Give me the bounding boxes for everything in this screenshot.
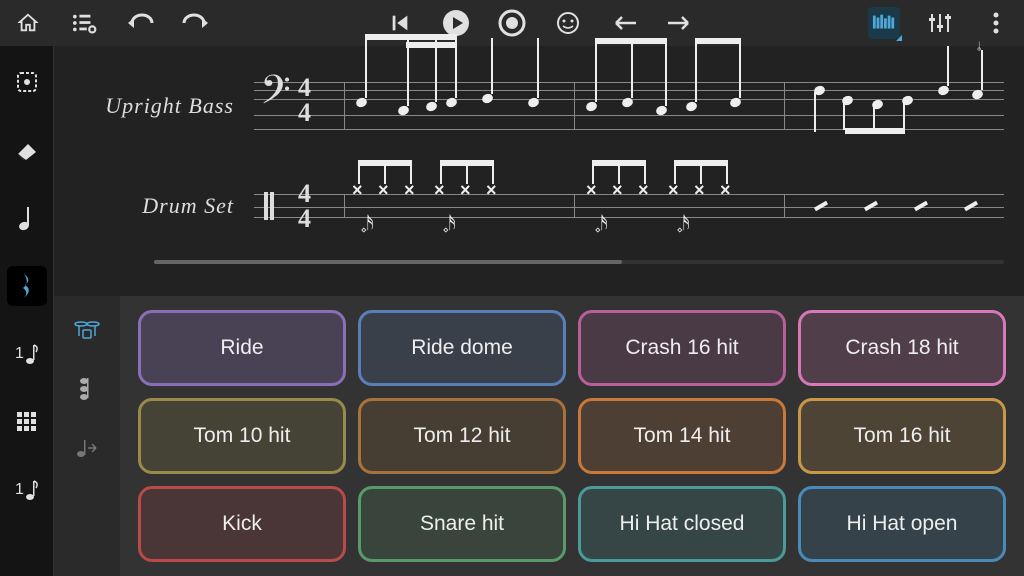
score-scrollbar[interactable] (154, 260, 1004, 264)
perc-clef-icon (264, 192, 274, 220)
track-label-drums: Drum Set (54, 193, 254, 219)
score-area[interactable]: Upright Bass 𝄢 44 (54, 46, 1024, 296)
timesig-bass: 44 (298, 76, 311, 125)
note-tool-icon[interactable] (7, 198, 47, 238)
staff-bass[interactable]: 𝄢 44 (254, 66, 1004, 146)
rest-tool-icon[interactable] (7, 266, 47, 306)
grid-tool-icon[interactable] (7, 402, 47, 442)
duration-1-button[interactable]: 1 (7, 334, 47, 374)
metronome-icon[interactable] (552, 7, 584, 39)
pad-crash-18-hit[interactable]: Crash 18 hit (798, 310, 1006, 386)
timesig-drums: 44 (298, 182, 311, 231)
list-add-icon[interactable] (68, 7, 100, 39)
track-label-bass: Upright Bass (54, 93, 254, 119)
pad-sidebar (54, 296, 120, 576)
score-scroll-thumb[interactable] (154, 260, 622, 264)
track-bass: Upright Bass 𝄢 44 (54, 56, 1024, 156)
tool-sidebar: 1 1 (0, 46, 54, 576)
pad-ride-dome[interactable]: Ride dome (358, 310, 566, 386)
instrument-view-icon[interactable] (868, 7, 900, 39)
more-icon[interactable] (980, 7, 1012, 39)
home-icon[interactable] (12, 7, 44, 39)
eraser-tool-icon[interactable] (7, 130, 47, 170)
pad-area: RideRide domeCrash 16 hitCrash 18 hitTom… (54, 296, 1024, 576)
mixer-icon[interactable] (924, 7, 956, 39)
pad-tom-10-hit[interactable]: Tom 10 hit (138, 398, 346, 474)
pad-ride[interactable]: Ride (138, 310, 346, 386)
record-icon[interactable] (496, 7, 528, 39)
pad-tom-16-hit[interactable]: Tom 16 hit (798, 398, 1006, 474)
pad-hi-hat-open[interactable]: Hi Hat open (798, 486, 1006, 562)
staff-drums[interactable]: 44 × × × 𝆹𝅥𝅯 × × × 𝆹𝅥𝅯 (254, 166, 1004, 246)
arrow-right-icon[interactable] (664, 7, 696, 39)
chord-view-icon[interactable] (67, 368, 107, 408)
drumkit-view-icon[interactable] (67, 308, 107, 348)
pad-hi-hat-closed[interactable]: Hi Hat closed (578, 486, 786, 562)
duration-2-label: 1 (15, 481, 24, 499)
next-kit-icon[interactable] (67, 428, 107, 468)
redo-icon[interactable] (180, 7, 212, 39)
arrow-left-icon[interactable] (608, 7, 640, 39)
duration-1-label: 1 (15, 345, 24, 363)
pad-grid: RideRide domeCrash 16 hitCrash 18 hitTom… (120, 296, 1024, 576)
pad-tom-12-hit[interactable]: Tom 12 hit (358, 398, 566, 474)
pad-tom-14-hit[interactable]: Tom 14 hit (578, 398, 786, 474)
pad-snare-hit[interactable]: Snare hit (358, 486, 566, 562)
track-drums: Drum Set 44 × × × 𝆹𝅥𝅯 × × (54, 156, 1024, 256)
undo-icon[interactable] (124, 7, 156, 39)
pad-kick[interactable]: Kick (138, 486, 346, 562)
topbar (0, 0, 1024, 46)
duration-2-button[interactable]: 1 (7, 470, 47, 510)
pad-crash-16-hit[interactable]: Crash 16 hit (578, 310, 786, 386)
select-tool-icon[interactable] (7, 62, 47, 102)
bass-clef-icon: 𝄢 (260, 72, 291, 120)
